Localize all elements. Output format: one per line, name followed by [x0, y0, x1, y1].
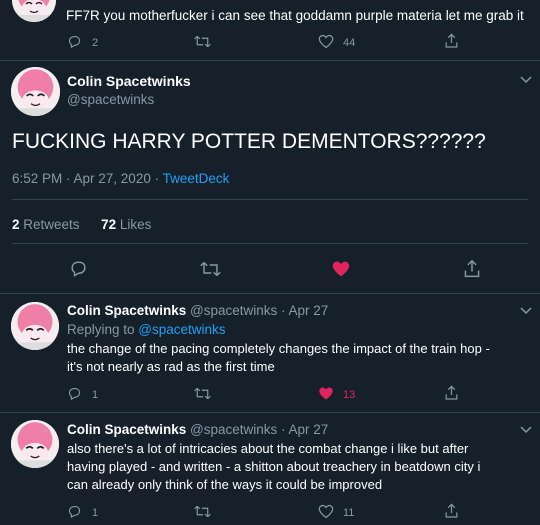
reply-header: Colin Spacetwinks @spacetwinks · Apr 27: [67, 303, 328, 318]
retweet-icon[interactable]: [200, 260, 221, 278]
reply-icon[interactable]: [67, 504, 82, 519]
share-icon[interactable]: [444, 33, 459, 49]
retweet-icon[interactable]: [194, 504, 211, 519]
tweet-timestamp: 6:52 PM · Apr 27, 2020 · TweetDeck: [12, 171, 229, 186]
avatar[interactable]: [12, 0, 56, 22]
retweet-count[interactable]: 2: [12, 217, 20, 232]
share-icon[interactable]: [444, 503, 459, 519]
tweet-text: FUCKING HARRY POTTER DEMENTORS??????: [12, 130, 486, 153]
retweet-label[interactable]: Retweets: [23, 217, 79, 232]
like-count: 11: [343, 507, 355, 519]
reply-text-line: the change of the pacing completely chan…: [67, 341, 490, 356]
avatar[interactable]: [11, 67, 60, 116]
chevron-down-icon[interactable]: [520, 307, 532, 315]
chevron-down-icon[interactable]: [520, 426, 532, 434]
share-icon[interactable]: [463, 259, 481, 279]
divider: [0, 412, 540, 413]
reply-text-line: it's not nearly as rad as the first time: [67, 359, 275, 374]
display-name[interactable]: Colin Spacetwinks: [67, 422, 186, 437]
reply-icon[interactable]: [67, 386, 82, 401]
reply-count: 1: [92, 389, 99, 401]
divider: [12, 243, 528, 244]
avatar[interactable]: [11, 302, 59, 350]
reply-count: 2: [92, 37, 99, 49]
like-count[interactable]: 72: [101, 217, 116, 232]
divider: [0, 60, 540, 61]
reply-header: Colin Spacetwinks @spacetwinks · Apr 27: [67, 422, 328, 437]
tweet-text: FF7R you motherfucker i can see that god…: [66, 8, 524, 23]
share-icon[interactable]: [444, 385, 459, 401]
tweet-stats: 2 Retweets 72 Likes: [12, 217, 151, 232]
divider: [12, 199, 528, 200]
reply-count: 1: [92, 507, 99, 519]
like-icon[interactable]: [318, 34, 334, 49]
replying-to: Replying to @spacetwinks: [67, 322, 226, 337]
display-name[interactable]: Colin Spacetwinks: [67, 303, 186, 318]
reply-icon[interactable]: [67, 34, 82, 49]
divider: [0, 293, 540, 294]
reply-icon[interactable]: [69, 259, 88, 278]
handle-date[interactable]: @spacetwinks · Apr 27: [190, 422, 328, 437]
replying-to-link[interactable]: @spacetwinks: [138, 322, 225, 337]
like-icon-filled[interactable]: [318, 386, 334, 401]
reply-text-line: having played - and written - a shitton …: [67, 459, 481, 474]
like-count: 13: [343, 389, 356, 401]
like-icon-filled[interactable]: [331, 260, 351, 278]
reply-text-line: also there's a lot of intricacies about …: [67, 441, 469, 456]
like-label[interactable]: Likes: [120, 217, 152, 232]
like-count: 44: [343, 37, 356, 49]
retweet-icon[interactable]: [194, 34, 211, 49]
tweet-time: 6:52 PM · Apr 27, 2020 ·: [12, 171, 163, 186]
replying-label: Replying to: [67, 322, 139, 337]
chevron-down-icon[interactable]: [520, 76, 532, 84]
handle[interactable]: @spacetwinks: [67, 92, 154, 107]
tweet-source-link[interactable]: TweetDeck: [163, 171, 230, 186]
reply-text-line: can already only think of the ways it co…: [67, 477, 383, 492]
display-name[interactable]: Colin Spacetwinks: [67, 73, 191, 89]
retweet-icon[interactable]: [194, 386, 211, 401]
like-icon[interactable]: [318, 504, 334, 519]
handle-date[interactable]: @spacetwinks · Apr 27: [190, 303, 328, 318]
avatar[interactable]: [11, 420, 59, 468]
